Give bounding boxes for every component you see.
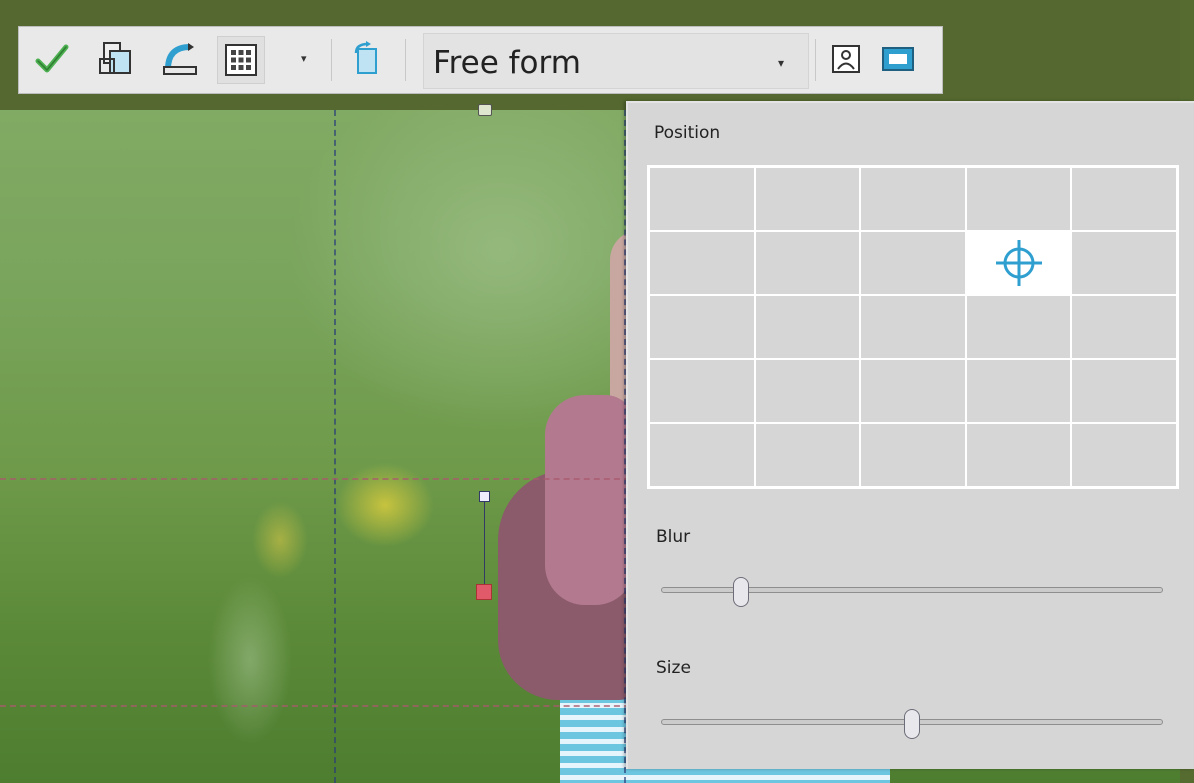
focus-handle-top[interactable] — [479, 491, 490, 502]
focus-rotation-line — [484, 497, 485, 587]
toolbar-separator — [331, 39, 332, 81]
crop-selection-button[interactable] — [93, 36, 139, 82]
blur-label: Blur — [656, 527, 691, 547]
position-cell[interactable] — [861, 232, 965, 294]
size-label: Size — [656, 658, 691, 678]
grid-overlay-icon — [225, 44, 257, 76]
straighten-icon — [163, 43, 197, 75]
crosshair-icon — [995, 240, 1042, 286]
position-cell-selected[interactable] — [966, 232, 1071, 294]
position-cell[interactable] — [966, 296, 1071, 358]
position-cell[interactable] — [966, 360, 1071, 422]
blur-slider[interactable] — [661, 577, 1163, 607]
toolbar-separator — [405, 39, 406, 81]
aspect-ratio-dropdown[interactable]: Free form ▾ — [423, 33, 809, 89]
crop-toolbar: ▾ Free form ▾ — [18, 26, 943, 94]
crop-guide-horizontal-1 — [0, 478, 630, 480]
straighten-button[interactable] — [157, 36, 203, 82]
apply-button[interactable] — [29, 36, 75, 82]
position-cell[interactable] — [755, 232, 860, 294]
position-cell[interactable] — [650, 232, 754, 294]
blur-slider-thumb[interactable] — [733, 577, 750, 607]
grid-overlay-button[interactable] — [217, 36, 265, 84]
grid-options-dropdown[interactable]: ▾ — [301, 52, 307, 65]
position-cell[interactable] — [650, 360, 754, 422]
position-cell[interactable] — [755, 360, 860, 422]
position-cell[interactable] — [966, 168, 1071, 230]
position-cell[interactable] — [1072, 168, 1176, 230]
position-cell[interactable] — [650, 168, 754, 230]
position-cell[interactable] — [650, 424, 754, 486]
size-slider-thumb[interactable] — [904, 709, 920, 739]
landscape-orientation-button[interactable] — [875, 36, 921, 82]
position-cell[interactable] — [1072, 360, 1176, 422]
position-grid — [647, 165, 1179, 489]
apply-icon — [35, 44, 69, 73]
position-cell[interactable] — [861, 296, 965, 358]
position-label: Position — [654, 123, 721, 143]
crop-guide-horizontal-2 — [0, 705, 630, 707]
focus-options-panel: Position Blur Size — [626, 101, 1194, 769]
position-cell[interactable] — [650, 296, 754, 358]
position-cell[interactable] — [1072, 232, 1176, 294]
toolbar-separator — [815, 39, 816, 81]
position-cell[interactable] — [755, 296, 860, 358]
focus-rotation-handle[interactable] — [476, 584, 492, 600]
rotate-crop-button[interactable] — [345, 36, 391, 82]
position-cell[interactable] — [1072, 424, 1176, 486]
landscape-orientation-icon — [882, 47, 914, 71]
position-cell[interactable] — [755, 168, 860, 230]
position-cell[interactable] — [861, 424, 965, 486]
rotate-crop-icon — [354, 41, 377, 74]
position-cell[interactable] — [861, 168, 965, 230]
portrait-orientation-button[interactable] — [823, 36, 869, 82]
size-slider[interactable] — [661, 709, 1163, 739]
crop-handle-top[interactable] — [478, 104, 492, 116]
crop-selection-icon — [99, 42, 131, 74]
position-cell[interactable] — [1072, 296, 1176, 358]
position-cell[interactable] — [966, 424, 1071, 486]
position-cell[interactable] — [755, 424, 860, 486]
subject-hands — [545, 395, 635, 605]
chevron-down-icon: ▾ — [778, 56, 785, 70]
crop-guide-vertical-1 — [334, 110, 336, 783]
aspect-ratio-value: Free form — [433, 45, 581, 81]
position-cell[interactable] — [861, 360, 965, 422]
portrait-orientation-icon — [832, 45, 860, 73]
